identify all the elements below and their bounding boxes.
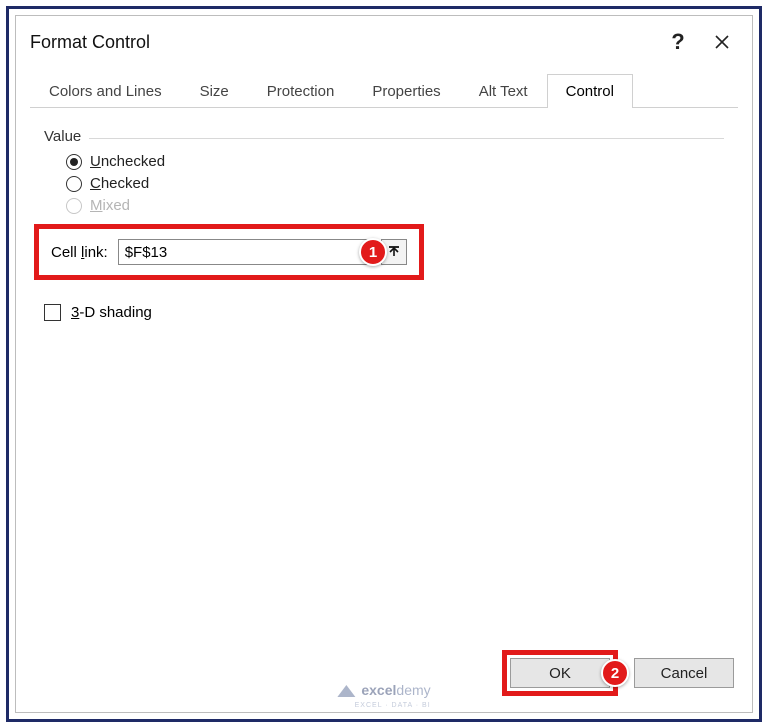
checkbox-icon — [44, 304, 61, 321]
tab-content: Value Unchecked Checked Mixed — [16, 108, 752, 640]
ok-button[interactable]: OK — [510, 658, 610, 688]
titlebar: Format Control ? — [16, 16, 752, 68]
watermark-icon — [337, 683, 355, 697]
annotation-badge-2: 2 — [601, 659, 629, 687]
tab-size[interactable]: Size — [181, 74, 248, 108]
radio-unchecked[interactable]: Unchecked — [66, 153, 724, 170]
value-label-text: Value — [44, 128, 81, 145]
tab-bar: Colors and Lines Size Protection Propert… — [16, 68, 752, 108]
checkbox-label: 3-D shading — [71, 304, 152, 321]
radio-icon — [66, 176, 82, 192]
dialog-footer: exceldemy EXCEL · DATA · BI OK 2 Cancel — [16, 640, 752, 712]
tab-control[interactable]: Control — [547, 74, 633, 108]
radio-label: Mixed — [90, 197, 130, 214]
collapse-dialog-icon — [388, 246, 400, 258]
radio-icon — [66, 154, 82, 170]
radio-checked[interactable]: Checked — [66, 175, 724, 192]
tab-protection[interactable]: Protection — [248, 74, 354, 108]
format-control-dialog: Format Control ? Colors and Lines Size P… — [15, 15, 753, 713]
cancel-button[interactable]: Cancel — [634, 658, 734, 688]
dialog-title: Format Control — [30, 32, 656, 53]
cell-link-highlight: Cell link: 1 — [34, 224, 424, 280]
radio-label: Checked — [90, 175, 149, 192]
value-radio-group: Unchecked Checked Mixed — [44, 153, 724, 214]
checkbox-3d-shading[interactable]: 3-D shading — [44, 304, 724, 321]
value-group-label: Value — [44, 128, 724, 145]
help-icon[interactable]: ? — [656, 22, 700, 62]
watermark: exceldemy EXCEL · DATA · BI — [337, 682, 430, 698]
close-icon[interactable] — [700, 22, 744, 62]
tab-alt-text[interactable]: Alt Text — [460, 74, 547, 108]
tab-colors-and-lines[interactable]: Colors and Lines — [30, 74, 181, 108]
radio-mixed: Mixed — [66, 197, 724, 214]
tab-properties[interactable]: Properties — [353, 74, 459, 108]
annotation-badge-1: 1 — [359, 238, 387, 266]
cell-link-input[interactable] — [118, 239, 373, 265]
group-divider — [89, 138, 724, 139]
radio-icon — [66, 198, 82, 214]
cell-link-label: Cell link: — [51, 244, 108, 261]
radio-label: Unchecked — [90, 153, 165, 170]
ok-button-highlight: OK 2 — [502, 650, 618, 696]
